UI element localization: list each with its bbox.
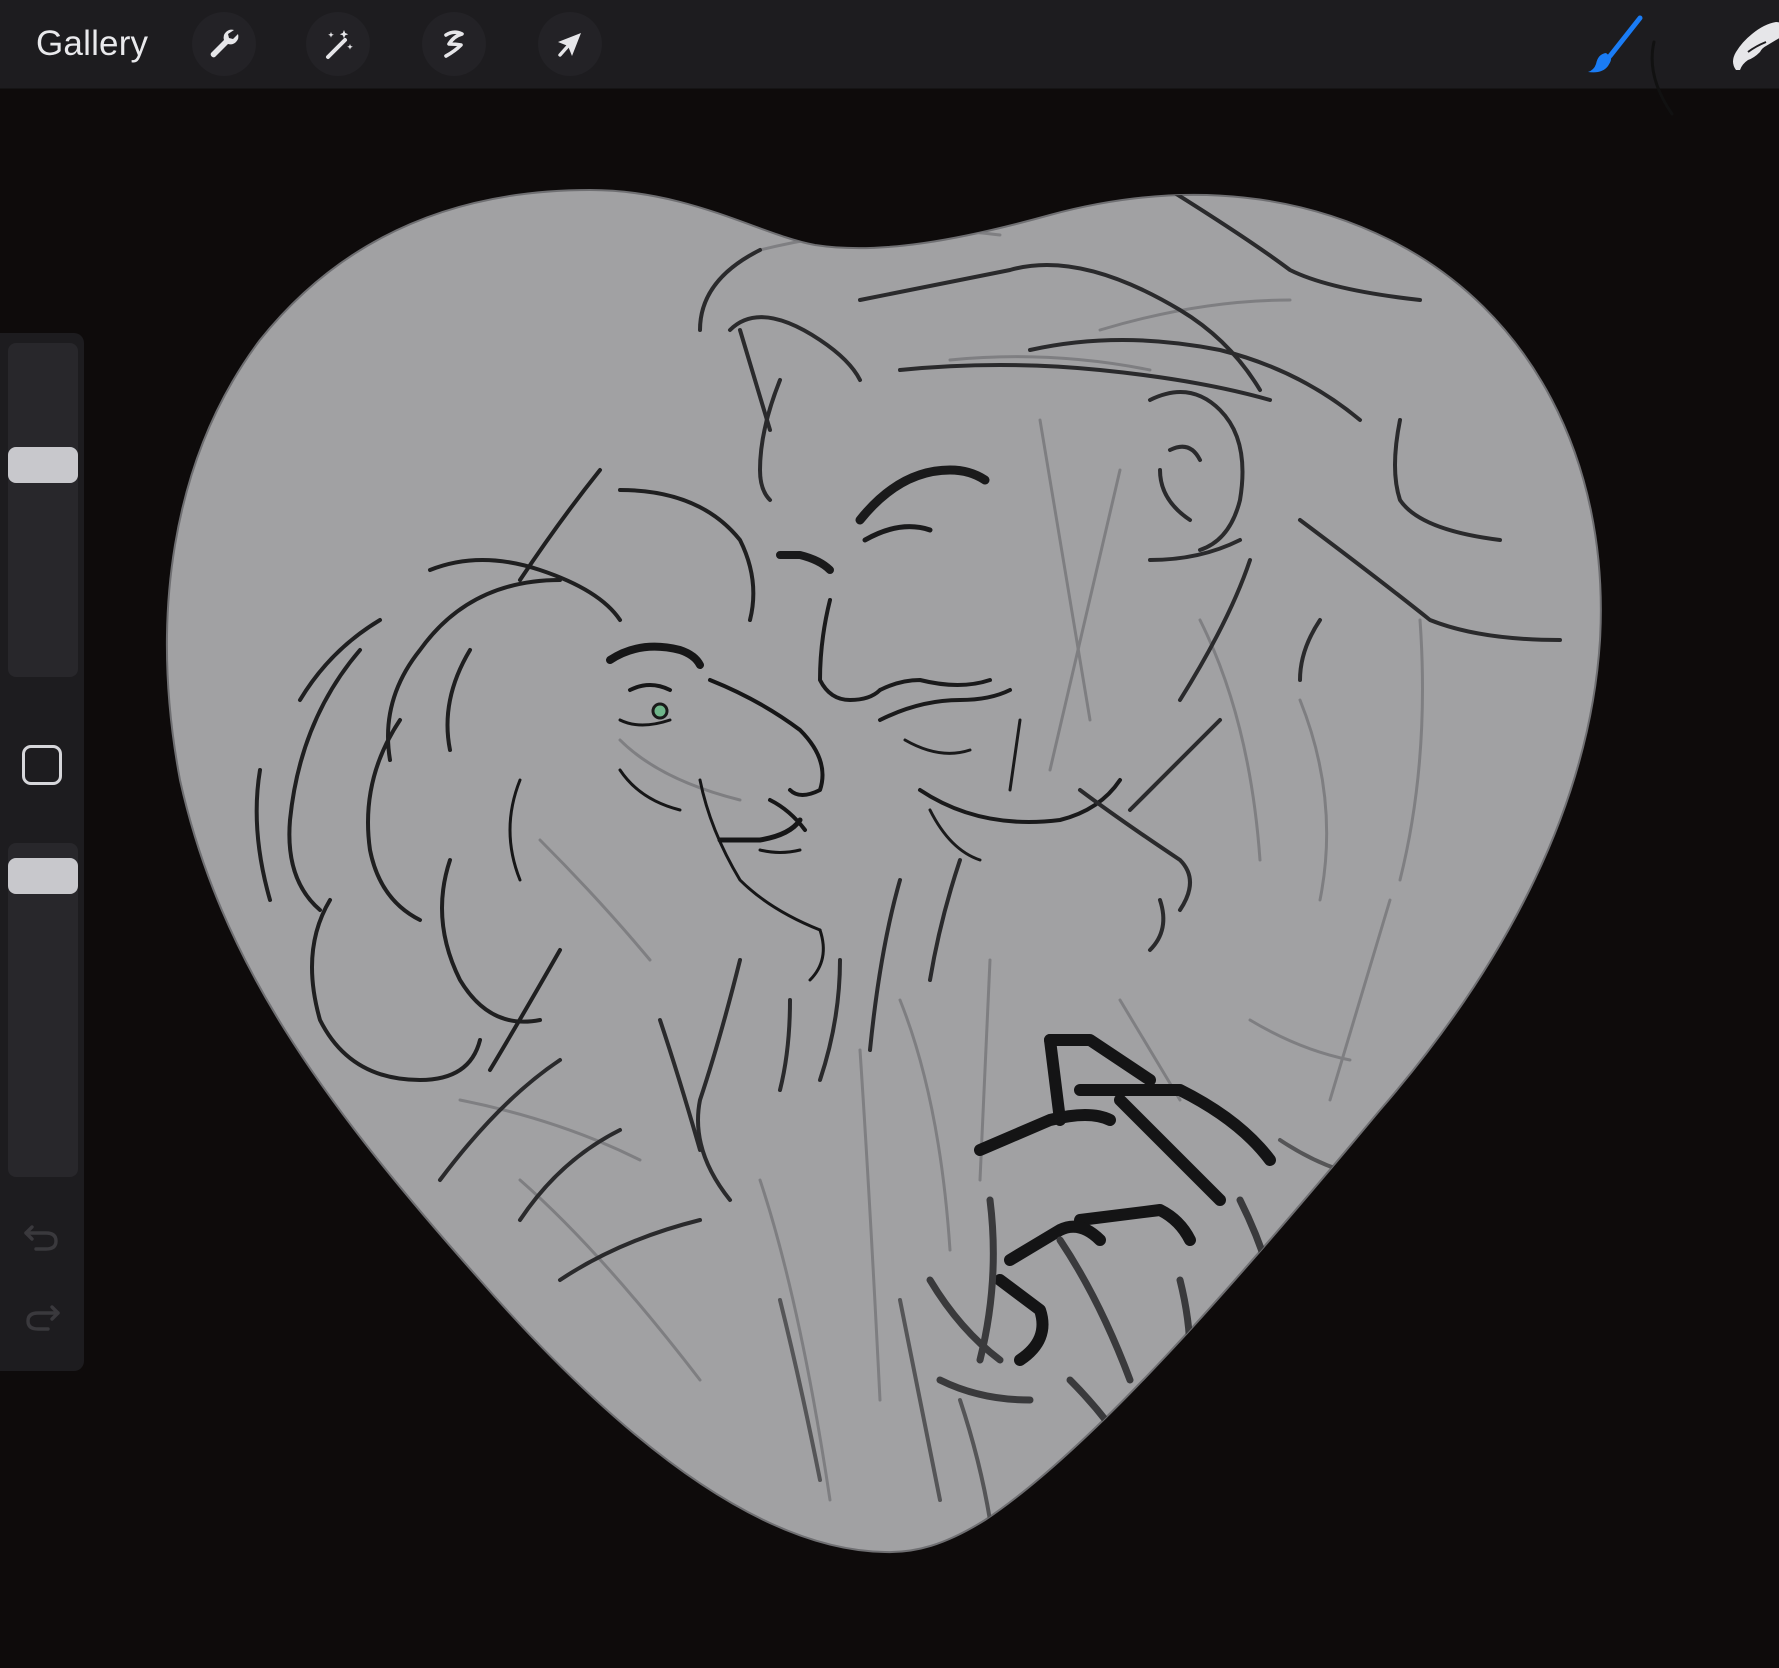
brush-icon xyxy=(1588,15,1643,73)
undo-button[interactable] xyxy=(20,1215,64,1259)
procreate-app: Gallery xyxy=(0,0,1779,1668)
selection-s-icon xyxy=(444,30,464,58)
drawing-canvas[interactable] xyxy=(0,89,1779,1668)
arrow-cursor-icon xyxy=(558,33,581,57)
wrench-icon xyxy=(210,29,239,58)
selection-button[interactable] xyxy=(422,12,486,76)
undo-arrow-icon xyxy=(24,1225,58,1251)
smudge-button[interactable] xyxy=(1724,10,1779,78)
top-toolbar: Gallery xyxy=(0,0,1779,116)
transform-button[interactable] xyxy=(538,12,602,76)
actions-button[interactable] xyxy=(192,12,256,76)
heart-sketch-artwork xyxy=(166,188,1602,1554)
redo-arrow-icon xyxy=(26,1305,60,1331)
opacity-thumb[interactable] xyxy=(8,857,78,894)
brush-size-slider[interactable] xyxy=(8,343,78,677)
magic-wand-icon xyxy=(326,30,353,59)
heart-canvas-shape xyxy=(166,188,1602,1554)
redo-button[interactable] xyxy=(20,1295,64,1339)
smudge-finger-icon xyxy=(1733,22,1779,70)
adjustments-button[interactable] xyxy=(306,12,370,76)
gallery-button[interactable]: Gallery xyxy=(36,18,148,70)
brush-size-thumb[interactable] xyxy=(8,447,78,484)
left-sidebar xyxy=(0,333,84,1371)
square-modify-icon[interactable] xyxy=(22,745,62,785)
